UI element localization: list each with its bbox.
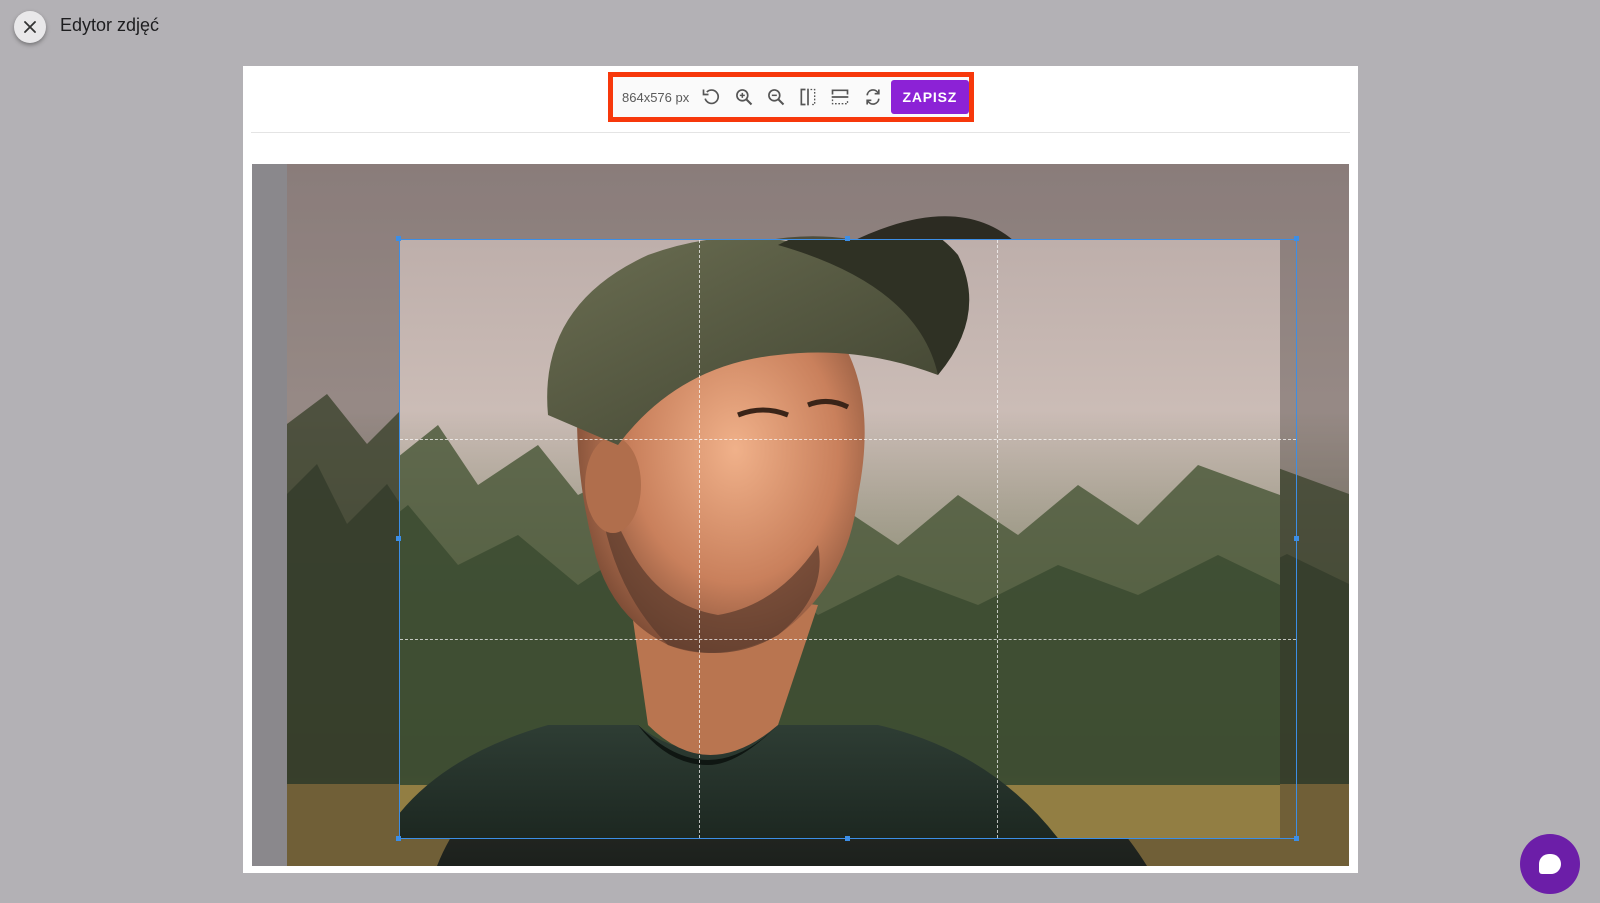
zoom-out-icon (767, 89, 785, 106)
close-button[interactable] (14, 11, 46, 43)
rotate-left-button[interactable] (695, 80, 727, 114)
crop-handle-bottom-right[interactable] (1294, 836, 1299, 841)
flip-vertical-button[interactable] (824, 80, 856, 114)
zoom-in-button[interactable] (727, 80, 759, 114)
crop-grid-line-v2 (997, 240, 999, 838)
flip-horizontal-icon (800, 88, 816, 106)
image-size-label: 864x576 px (622, 89, 690, 105)
page-title: Edytor zdjęć (60, 15, 160, 35)
toolbar-highlight: 864x576 px ZAPISZ (608, 72, 974, 122)
editor-panel: 864x576 px ZAPISZ (243, 66, 1358, 873)
editor-toolbar: 864x576 px ZAPISZ (613, 77, 969, 117)
portrait-photo-bright (400, 240, 1280, 838)
image-canvas[interactable] (252, 164, 1349, 866)
flip-horizontal-button[interactable] (792, 80, 824, 114)
crop-grid-line-h1 (400, 439, 1296, 441)
zoom-in-icon (735, 89, 752, 106)
reset-icon (865, 89, 880, 105)
crop-grid-line-h2 (400, 638, 1296, 640)
crop-handle-right[interactable] (1294, 536, 1299, 541)
crop-handle-top-right[interactable] (1294, 236, 1299, 241)
crop-handle-top[interactable] (845, 236, 850, 241)
crop-handle-bottom-left[interactable] (396, 836, 401, 841)
crop-grid-line-v1 (698, 240, 700, 838)
crop-preview (400, 240, 1280, 838)
crop-box[interactable] (399, 239, 1297, 839)
crop-handle-left[interactable] (396, 536, 401, 541)
crop-handle-bottom[interactable] (845, 836, 850, 841)
save-button[interactable]: ZAPISZ (890, 80, 969, 114)
chat-bubble-icon (1539, 854, 1561, 874)
flip-vertical-icon (831, 89, 849, 105)
crop-handle-top-left[interactable] (396, 236, 401, 241)
zoom-out-button[interactable] (760, 80, 792, 114)
toolbar-divider (251, 132, 1350, 133)
chat-widget-button[interactable] (1520, 834, 1580, 894)
reset-button[interactable] (856, 80, 888, 114)
close-icon (24, 21, 36, 33)
rotate-left-icon (703, 89, 720, 105)
